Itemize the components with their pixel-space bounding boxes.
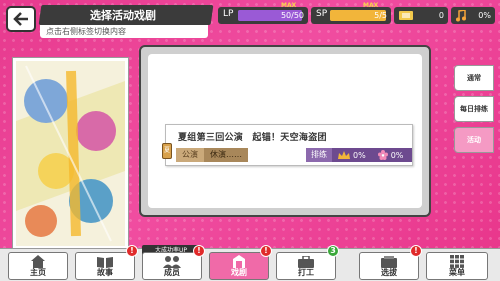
arrow-left-icon	[13, 12, 28, 26]
nav-work[interactable]: 打工 3	[276, 245, 339, 280]
nav-audition-label: 选拔	[381, 268, 397, 277]
nav-audition[interactable]: 选拔 !	[359, 245, 422, 280]
page-title: 选择活动戏剧	[90, 9, 156, 22]
nav-home-label: 主页	[30, 268, 46, 277]
play-status-tags: 公演 休演……	[176, 148, 248, 162]
notification-badge-icon: !	[193, 245, 205, 257]
note-value: 0%	[478, 11, 491, 20]
tag-performance: 公演	[176, 148, 204, 162]
nav-members[interactable]: 成员 !	[142, 245, 205, 280]
play-poster-image[interactable]	[13, 58, 128, 249]
crown-icon	[338, 150, 350, 159]
notification-badge-icon: !	[260, 245, 272, 257]
ticket-counter: 0	[394, 7, 448, 24]
nav-menu-label: 菜单	[449, 268, 465, 277]
poster-artwork	[16, 61, 125, 246]
work-count-badge: 3	[327, 245, 339, 257]
music-note-icon	[456, 10, 466, 22]
notification-badge-icon: !	[126, 245, 138, 257]
play-list-inner: 夏 夏组第三回公演 起锚！天空海盗团 公演 休演…… 排练 0% 0%	[148, 54, 422, 208]
back-button[interactable]	[6, 6, 36, 32]
rehearsal-label: 排练	[306, 148, 332, 162]
sp-label: SP	[316, 9, 328, 19]
ticket-icon	[399, 11, 413, 20]
lp-value: 50/50	[280, 11, 304, 20]
crown-value: 0%	[353, 150, 366, 160]
tab-normal[interactable]: 通常	[454, 65, 494, 91]
play-ribbon-icon: 夏	[162, 143, 172, 159]
play-list-panel: 夏 夏组第三回公演 起锚！天空海盗团 公演 休演…… 排练 0% 0%	[139, 45, 431, 217]
sp-meter: SP MAX 5/5	[311, 2, 391, 24]
play-name: 夏组第三回公演 起锚！天空海盗团	[178, 133, 327, 143]
nav-home[interactable]: 主页	[8, 252, 68, 280]
flower-icon	[377, 150, 388, 160]
nav-menu[interactable]: 菜单	[426, 252, 488, 280]
lp-meter: LP MAX 50/50	[218, 2, 308, 24]
sp-max-label: MAX	[363, 2, 379, 9]
tab-event[interactable]: 活动	[454, 127, 494, 153]
nav-story-label: 故事	[97, 268, 113, 277]
page-subtitle: 点击右侧标签切换内容	[40, 25, 208, 38]
sp-value: 5/5	[374, 11, 387, 20]
nav-story[interactable]: 故事 !	[75, 245, 138, 280]
note-counter: 0%	[451, 7, 495, 24]
ticket-value: 0	[438, 11, 444, 20]
nav-work-label: 打工	[298, 268, 314, 277]
lp-max-label: MAX	[281, 2, 297, 9]
play-card[interactable]: 夏 夏组第三回公演 起锚！天空海盗团 公演 休演…… 排练 0% 0%	[162, 124, 413, 166]
tab-daily-rehearsal[interactable]: 每日排练	[454, 96, 494, 122]
nav-plays[interactable]: 戏剧 !	[209, 245, 272, 280]
nav-plays-label: 戏剧	[231, 268, 247, 277]
nav-members-label: 成员	[164, 268, 180, 277]
rehearsal-progress: 排练 0% 0%	[306, 148, 412, 162]
lp-label: LP	[223, 9, 234, 19]
page-title-bar: 选择活动戏剧	[38, 5, 214, 25]
tag-rest: 休演……	[204, 148, 248, 162]
notification-badge-icon: !	[410, 245, 422, 257]
flower-value: 0%	[390, 150, 404, 160]
